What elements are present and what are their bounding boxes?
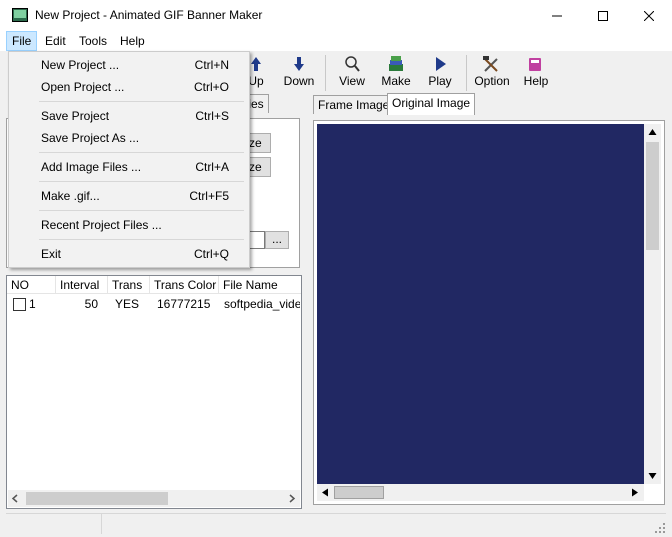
- menu-item-label: New Project ...: [41, 58, 120, 72]
- image-canvas: [317, 124, 644, 484]
- menu-help[interactable]: Help: [115, 31, 150, 51]
- image-view: [313, 120, 665, 505]
- option-label: Option: [474, 74, 510, 88]
- window-title: New Project - Animated GIF Banner Maker: [35, 8, 263, 22]
- column-header-trans[interactable]: Trans: [108, 276, 150, 294]
- tools-icon: [483, 56, 498, 72]
- cell-interval: 50: [84, 297, 98, 311]
- status-bar: [6, 513, 666, 536]
- horizontal-scrollbar[interactable]: [8, 490, 300, 507]
- scroll-left-icon: [11, 494, 18, 503]
- column-header-file-name[interactable]: File Name: [219, 276, 301, 294]
- resize-grip-icon[interactable]: [654, 522, 666, 534]
- menu-item-recent-project-files[interactable]: Recent Project Files ...: [11, 214, 247, 236]
- menu-item-shortcut: Ctrl+O: [193, 80, 229, 94]
- vertical-scrollbar[interactable]: [644, 124, 661, 484]
- help-book-icon: [529, 58, 541, 71]
- menu-item-save-project-as[interactable]: Save Project As ...: [11, 127, 247, 149]
- make-label: Make: [381, 74, 411, 88]
- play-label: Play: [428, 74, 452, 88]
- menu-item-shortcut: Ctrl+A: [195, 160, 229, 174]
- scrollbar-thumb[interactable]: [334, 486, 384, 499]
- row-checkbox[interactable]: [13, 298, 26, 311]
- cell-file-name: softpedia_video: [224, 297, 300, 311]
- help-button[interactable]: Help: [514, 53, 558, 93]
- down-label: Down: [283, 74, 315, 88]
- play-icon: [436, 57, 446, 71]
- column-header-no[interactable]: NO: [7, 276, 56, 294]
- toolbar-separator: [466, 55, 467, 91]
- cell-no: 1: [29, 297, 36, 311]
- tab-frame-image[interactable]: Frame Image: [313, 95, 395, 114]
- maximize-button[interactable]: [580, 0, 626, 31]
- menu-item-label: Make .gif...: [41, 189, 100, 203]
- menu-item-label: Recent Project Files ...: [41, 218, 162, 232]
- scroll-right-icon: [632, 488, 638, 497]
- layers-icon: [389, 56, 403, 71]
- scroll-up-icon: [648, 129, 657, 135]
- option-button[interactable]: Option: [470, 53, 514, 93]
- menu-item-save-project[interactable]: Save Project Ctrl+S: [11, 105, 247, 127]
- menu-separator: [39, 152, 244, 153]
- menu-tools[interactable]: Tools: [74, 31, 112, 51]
- view-button[interactable]: View: [330, 53, 374, 93]
- scrollbar-thumb[interactable]: [26, 492, 168, 505]
- menu-separator: [39, 181, 244, 182]
- browse-button[interactable]: ...: [265, 231, 289, 249]
- close-icon: [644, 10, 654, 21]
- minimize-button[interactable]: [534, 0, 580, 31]
- menu-edit[interactable]: Edit: [40, 31, 71, 51]
- maximize-icon: [598, 10, 608, 21]
- horizontal-scrollbar[interactable]: [317, 484, 644, 501]
- scroll-right-icon: [289, 494, 296, 503]
- help-label: Help: [523, 74, 549, 88]
- view-label: View: [339, 74, 365, 88]
- play-button[interactable]: Play: [418, 53, 462, 93]
- status-pane: [6, 514, 102, 534]
- column-header-trans-color[interactable]: Trans Color: [150, 276, 219, 294]
- tab-original-image[interactable]: Original Image: [387, 93, 476, 115]
- cell-trans: YES: [115, 297, 140, 311]
- column-header-interval[interactable]: Interval: [56, 276, 108, 294]
- menu-item-shortcut: Ctrl+S: [195, 109, 229, 123]
- menu-item-make-gif[interactable]: Make .gif... Ctrl+F5: [11, 185, 247, 207]
- menu-separator: [39, 101, 244, 102]
- menu-item-label: Open Project ...: [41, 80, 125, 94]
- scroll-down-icon: [648, 473, 657, 479]
- menu-item-label: Exit: [41, 247, 62, 261]
- menu-item-add-image-files[interactable]: Add Image Files ... Ctrl+A: [11, 156, 247, 178]
- menu-separator: [39, 239, 244, 240]
- menu-bar: File Edit Tools Help: [0, 31, 672, 51]
- toolbar-separator: [325, 55, 326, 91]
- menu-item-label: Save Project: [41, 109, 110, 123]
- menu-file[interactable]: File: [6, 31, 38, 51]
- menu-item-open-project[interactable]: Open Project ... Ctrl+O: [11, 76, 247, 98]
- down-button[interactable]: Down: [277, 53, 321, 93]
- menu-item-shortcut: Ctrl+N: [194, 58, 229, 72]
- make-button[interactable]: Make: [374, 53, 418, 93]
- arrow-down-icon: [294, 57, 304, 71]
- title-bar: New Project - Animated GIF Banner Maker: [0, 0, 672, 31]
- magnifier-icon: [345, 56, 360, 72]
- menu-item-label: Save Project As ...: [41, 131, 140, 145]
- frames-list[interactable]: NO Interval Trans Trans Color File Name …: [6, 275, 302, 509]
- app-icon: [12, 8, 28, 22]
- minimize-icon: [552, 15, 562, 16]
- menu-item-new-project[interactable]: New Project ... Ctrl+N: [11, 54, 247, 76]
- menu-item-shortcut: Ctrl+F5: [189, 189, 229, 203]
- table-row[interactable]: 1 50 YES 16777215 softpedia_video: [7, 296, 301, 312]
- menu-item-exit[interactable]: Exit Ctrl+Q: [11, 243, 247, 265]
- menu-item-shortcut: Ctrl+Q: [193, 247, 229, 261]
- menu-item-label: Add Image Files ...: [41, 160, 142, 174]
- menu-separator: [39, 210, 244, 211]
- scroll-left-icon: [322, 488, 328, 497]
- cell-trans-color: 16777215: [157, 297, 211, 311]
- close-button[interactable]: [626, 0, 672, 31]
- scrollbar-thumb[interactable]: [646, 142, 659, 250]
- file-menu-dropdown: New Project ... Ctrl+N Open Project ... …: [8, 51, 250, 268]
